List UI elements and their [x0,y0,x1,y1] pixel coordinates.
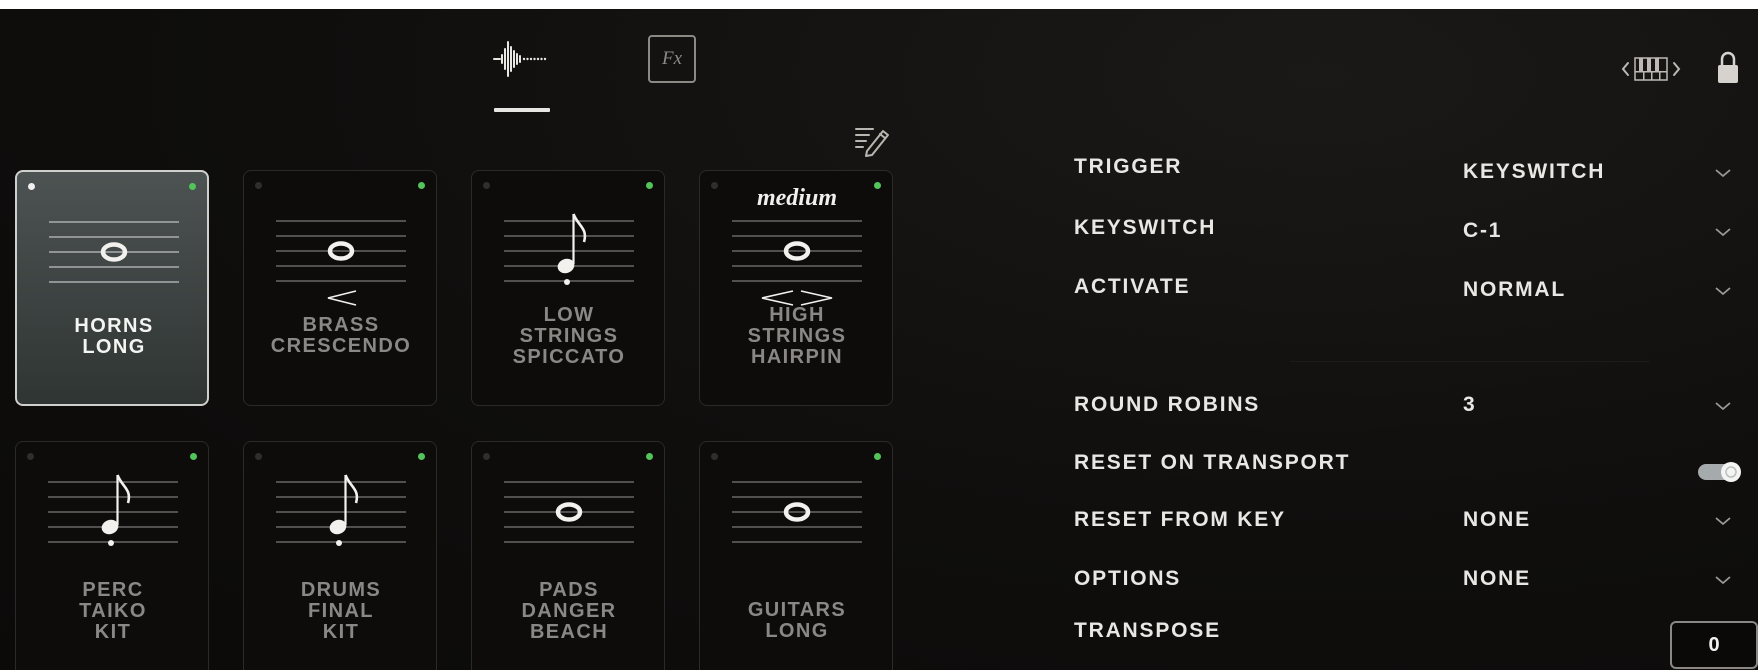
waveform-icon[interactable] [492,39,548,79]
options-value[interactable]: NONE [1463,567,1531,591]
section-divider [1290,361,1650,362]
articulation-name-line: CRESCENDO [270,335,412,357]
transpose-label: TRANSPOSE [1074,619,1221,642]
keyswitch-label: KEYSWITCH [1074,216,1217,239]
articulation-name-line: HAIRPIN [750,346,844,368]
articulation-name-line: STRINGS [519,325,619,347]
reset-from-key-label: RESET FROM KEY [1074,508,1286,531]
articulation-name-line: HORNS [74,315,154,337]
activate-value[interactable]: NORMAL [1463,278,1566,302]
trigger-label: TRIGGER [1074,155,1183,178]
articulation-name: HORNS LONG [17,316,211,358]
round-robins-row[interactable]: ROUND ROBINS 3 [0,393,1758,433]
round-robins-value[interactable]: 3 [1463,393,1476,417]
reset-on-transport-row: RESET ON TRANSPORT [0,451,1758,491]
articulation-name-line: BRASS [302,314,380,336]
fx-tab-label: Fx [661,48,683,69]
active-tab-indicator [494,108,550,112]
articulation-panel: Fx HORNS LONG BRASS CRESCENDO LOW STRING… [0,9,1758,670]
articulation-name-line: SPICCATO [512,346,626,368]
chevron-down-icon[interactable] [1713,515,1733,527]
transpose-row: TRANSPOSE [0,619,1758,659]
activate-label: ACTIVATE [1074,275,1191,298]
chevron-down-icon[interactable] [1713,574,1733,586]
reset-from-key-row[interactable]: RESET FROM KEY NONE [0,508,1758,548]
chevron-down-icon[interactable] [1713,285,1733,297]
transpose-input[interactable]: 0 [1670,621,1758,669]
articulation-name-line: LONG [82,336,146,358]
activate-row[interactable]: ACTIVATE NORMAL [0,275,1758,315]
chevron-down-icon[interactable] [1713,167,1733,179]
reset-on-transport-toggle[interactable] [1697,461,1743,483]
fx-icon[interactable]: Fx [648,35,696,83]
round-robins-label: ROUND ROBINS [1074,393,1261,416]
keyswitch-row[interactable]: KEYSWITCH C-1 [0,216,1758,256]
chevron-down-icon[interactable] [1713,226,1733,238]
lock-icon[interactable] [1716,49,1740,85]
reset-on-transport-label: RESET ON TRANSPORT [1074,451,1351,474]
options-label: OPTIONS [1074,567,1182,590]
chevron-down-icon[interactable] [1713,400,1733,412]
articulation-name-line: STRINGS [747,325,847,347]
articulation-name: BRASS CRESCENDO [244,315,438,357]
keyswitch-value[interactable]: C-1 [1463,219,1502,243]
reset-from-key-value[interactable]: NONE [1463,508,1531,532]
edit-list-icon[interactable] [853,123,891,159]
trigger-value[interactable]: KEYSWITCH [1463,160,1605,184]
piano-keyboard-icon[interactable] [1620,53,1682,87]
trigger-row[interactable]: TRIGGER KEYSWITCH [0,155,1758,195]
options-row[interactable]: OPTIONS NONE [0,567,1758,607]
